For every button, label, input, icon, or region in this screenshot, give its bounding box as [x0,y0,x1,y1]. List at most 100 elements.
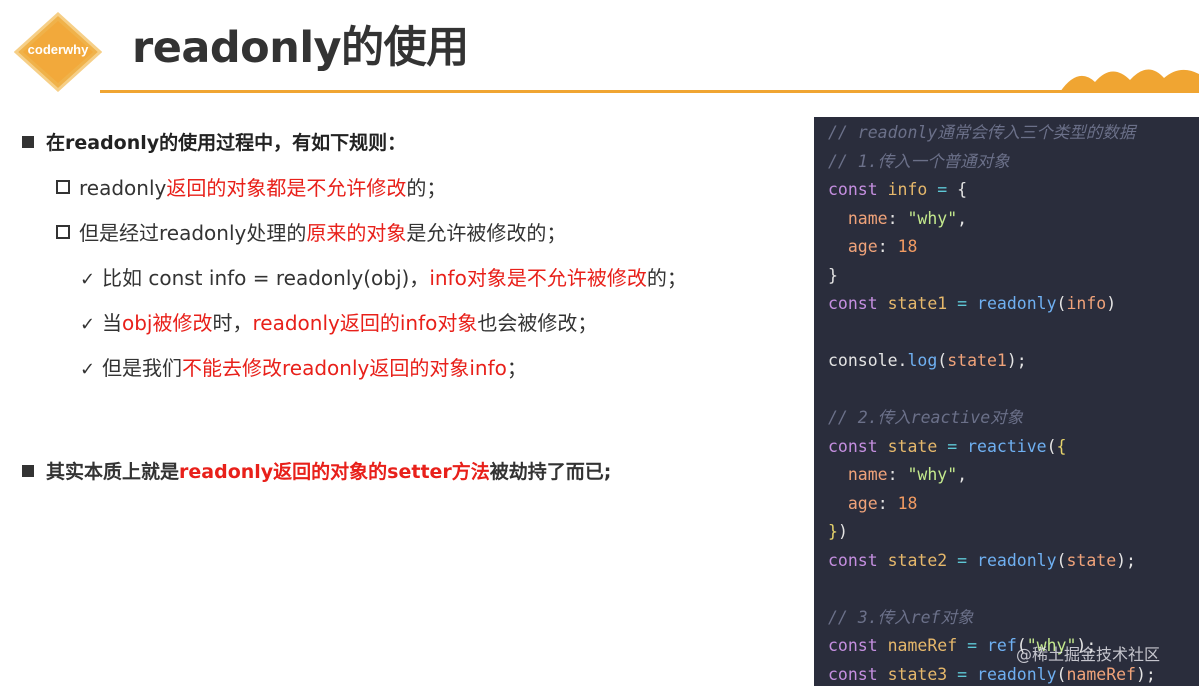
segment: obj被修改 [122,311,213,335]
code-token: } [828,522,838,541]
code-token: ); [1116,550,1136,570]
code-token: console [828,351,898,370]
code-line: age: 18 [828,235,918,259]
code-token: info [887,180,928,199]
code-token: ( [1046,436,1057,456]
filled-square-bullet-icon [22,136,34,148]
code-line: const state3 = readonly(nameRef); [828,663,1156,686]
code-token: ( [1056,550,1067,570]
code-token: ) [837,522,848,541]
code-token: // readonly通常会传入三个类型的数据 [828,123,1136,142]
code-line: const state1 = readonly(info) [828,292,1116,316]
code-token: name [847,208,888,228]
code-line: // 1.传入一个普通对象 [828,150,1010,174]
segment: 比如 const info = readonly(obj)， [102,266,430,290]
code-token: : [877,237,898,256]
segment: readonly返回的info对象 [252,311,478,335]
code-token: = [927,180,958,199]
code-token: . [897,351,908,370]
watermark: @稀土掘金技术社区 [1016,645,1161,664]
code-line: // 3.传入ref对象 [828,606,973,630]
code-token: ); [1136,664,1156,684]
code-token: state1 [947,351,1007,370]
code-token: ref [986,636,1017,655]
sub-bullet-readonly-result: readonly返回的对象都是不允许修改的； [56,174,446,202]
code-token: { [957,180,968,199]
segment: readonly返回的对象的setter方法 [179,461,490,483]
code-token: nameRef [887,636,958,655]
code-token: readonly [977,664,1057,684]
segment: ； [506,356,527,380]
segment: 其实本质上就是 [46,461,180,483]
code-token: readonly [977,294,1057,313]
code-token: = [947,664,978,684]
code-token: ) [1106,294,1117,313]
filled-square-bullet-icon [22,465,34,477]
code-token: ( [1056,664,1067,684]
code-token: "why" [907,208,958,228]
bullet-text: 在readonly的使用过程中，有如下规则： [46,132,407,154]
code-token: state [1066,550,1117,570]
hollow-square-bullet-icon [56,225,70,239]
code-token: = [957,636,987,655]
code-token: const [828,636,878,655]
code-token: const [828,664,878,684]
code-line: age: 18 [828,492,918,516]
code-token: } [828,265,838,285]
segment: 但是经过readonly处理的 [79,221,307,245]
code-token: age [847,493,878,513]
code-line: name: "why", [828,207,967,231]
code-token: info [1066,294,1107,313]
code-token: const [828,180,878,199]
code-token: : [887,465,908,484]
code-token: state1 [887,294,948,313]
code-token: ); [1006,351,1027,370]
segment: info对象是不允许被修改 [429,266,647,290]
code-line: const state2 = readonly(state); [828,549,1136,573]
code-token: // 3.传入ref对象 [828,607,974,627]
segment: 的； [406,176,447,200]
segment: 返回的对象都是不允许修改 [166,176,407,200]
bullet-setter-hijacked: 其实本质上就是readonly返回的对象的setter方法被劫持了而已; [22,458,611,486]
code-token: const [828,294,878,313]
segment: 的； [646,266,687,290]
code-token: const [828,550,878,570]
check-item-cannot-modify: ✓ 但是我们不能去修改readonly返回的对象info； [80,354,527,384]
segment: 不能去修改readonly返回的对象info [182,356,507,380]
segment: readonly [79,176,167,200]
checkmark-icon: ✓ [80,314,96,335]
code-panel: // readonly通常会传入三个类型的数据 // 1.传入一个普通对象 cons… [814,117,1199,686]
code-line: // readonly通常会传入三个类型的数据 [828,121,1135,145]
code-token: state3 [887,664,948,684]
code-line: console.log(state1); [828,349,1027,373]
code-token: , [957,465,968,484]
code-token: , [957,208,968,228]
mountain-decoration-icon [1060,69,1199,92]
code-token: : [877,493,898,513]
bullet-rules-intro: 在readonly的使用过程中，有如下规则： [22,129,406,157]
code-line: } [828,264,838,288]
code-line: const info = { [828,178,967,202]
code-token: ( [1056,294,1067,313]
segment: 是允许被修改的； [406,221,567,245]
code-token: 18 [897,493,918,513]
segment: 被劫持了而已; [489,461,612,483]
checkmark-icon: ✓ [80,359,96,380]
code-token: // 2.传入reactive对象 [828,408,1024,427]
segment: 原来的对象 [306,221,407,245]
code-token: name [847,465,888,484]
code-token: state [887,436,938,456]
page-title: readonly的使用 [132,23,469,73]
segment: 时， [212,311,253,335]
code-token: // 1.传入一个普通对象 [828,151,1010,171]
code-token: = [947,550,978,570]
segment: 也会被修改； [477,311,598,335]
code-token: 18 [897,237,918,256]
code-line: // 2.传入reactive对象 [828,406,1023,430]
